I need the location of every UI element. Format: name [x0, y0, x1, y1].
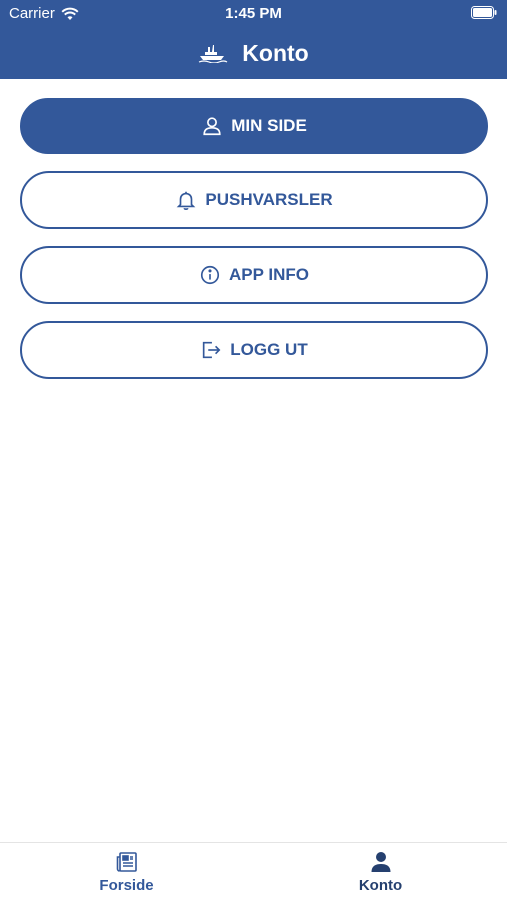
tab-konto[interactable]: Konto [254, 843, 507, 901]
newspaper-icon [116, 852, 137, 872]
pushvarsler-button[interactable]: PUSHVARSLER [20, 171, 488, 229]
min-side-button[interactable]: MIN SIDE [20, 98, 488, 154]
app-info-label: APP INFO [229, 265, 309, 284]
top-bar: Carrier 1:45 PM Konto [0, 0, 507, 79]
status-bar: Carrier 1:45 PM [0, 0, 507, 28]
pushvarsler-label: PUSHVARSLER [205, 190, 333, 209]
info-icon [199, 264, 221, 286]
battery-icon [471, 6, 497, 19]
user-icon [201, 115, 223, 137]
page-title: Konto [242, 39, 309, 66]
bell-icon [175, 189, 197, 211]
account-menu: MIN SIDE PUSHVARSLER APP INFO LOGG UT [20, 98, 488, 396]
logg-ut-button[interactable]: LOGG UT [20, 321, 488, 379]
app-info-button[interactable]: APP INFO [20, 246, 488, 304]
status-time: 1:45 PM [225, 5, 282, 22]
logg-ut-label: LOGG UT [230, 340, 308, 359]
person-icon [371, 852, 390, 872]
logout-icon [200, 339, 222, 361]
ship-logo-icon [199, 45, 228, 63]
tab-konto-label: Konto [358, 877, 403, 894]
tab-bar: Forside Konto [0, 842, 507, 901]
tab-forside-label: Forside [99, 877, 154, 894]
nav-title-bar: Konto [0, 38, 507, 68]
min-side-label: MIN SIDE [231, 116, 307, 135]
tab-forside[interactable]: Forside [0, 843, 253, 901]
